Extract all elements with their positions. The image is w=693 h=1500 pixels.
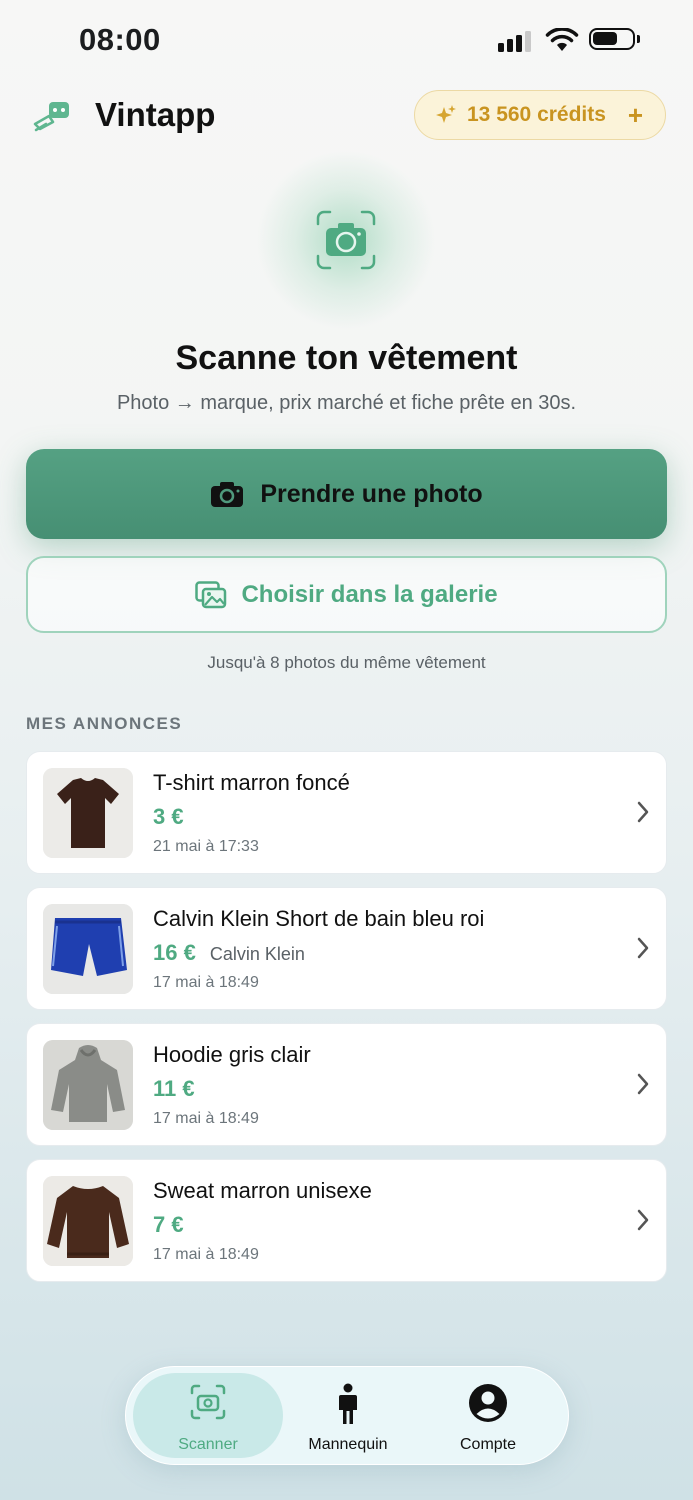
listing-thumbnail [43, 904, 133, 994]
camera-scan-icon [190, 1384, 226, 1420]
shorts-image [43, 904, 133, 994]
listing-title: Sweat marron unisexe [153, 1178, 372, 1203]
person-icon [339, 1383, 357, 1424]
chevron-right-icon [637, 1209, 649, 1231]
listing-card[interactable]: Hoodie gris clair 11 € 17 mai à 18:49 [26, 1023, 667, 1146]
listing-price: 3 € [153, 804, 184, 829]
listing-thumbnail [43, 1040, 133, 1130]
hero-title: Scanne ton vêtement [175, 339, 518, 377]
listing-title: Calvin Klein Short de bain bleu roi [153, 906, 485, 931]
tab-label: Compte [459, 1436, 517, 1453]
listing-date: 21 mai à 17:33 [153, 838, 259, 855]
app-title: Vintapp [95, 96, 216, 133]
account-icon [469, 1384, 507, 1422]
listing-price: 16 € [153, 940, 196, 965]
tab-scanner[interactable]: Scanner [133, 1373, 283, 1458]
gallery-icon [195, 580, 227, 608]
credits-button[interactable]: 13 560 crédits + [414, 90, 666, 140]
tab-label: Mannequin [308, 1436, 388, 1453]
choose-gallery-label: Choisir dans la galerie [241, 580, 498, 608]
camera-scan-icon [316, 210, 376, 270]
listing-date: 17 mai à 18:49 [153, 974, 259, 991]
section-label-listings: MES ANNONCES [26, 714, 183, 733]
chevron-right-icon [637, 801, 649, 823]
status-time: 08:00 [79, 22, 161, 57]
listing-title: T-shirt marron foncé [153, 770, 350, 795]
listing-card[interactable]: T-shirt marron foncé 3 € 21 mai à 17:33 [26, 751, 667, 874]
choose-gallery-button[interactable]: Choisir dans la galerie [26, 556, 667, 633]
photo-limit-hint: Jusqu'à 8 photos du même vêtement [207, 653, 486, 672]
listing-date: 17 mai à 18:49 [153, 1246, 259, 1263]
tshirt-image [43, 768, 133, 858]
tab-bar: Scanner Mannequin Compte [125, 1366, 569, 1465]
listing-brand: Calvin Klein [209, 944, 305, 964]
tab-mannequin[interactable]: Mannequin [273, 1373, 423, 1458]
listing-card[interactable]: Sweat marron unisexe 7 € 17 mai à 18:49 [26, 1159, 667, 1282]
listing-date: 17 mai à 18:49 [153, 1110, 259, 1127]
hoodie-image [43, 1040, 133, 1130]
app-header: Vintapp 13 560 crédits + [0, 90, 693, 142]
wifi-icon [545, 28, 579, 51]
tab-compte[interactable]: Compte [413, 1373, 563, 1458]
status-bar: 08:00 [0, 0, 693, 80]
listing-title: Hoodie gris clair [153, 1042, 311, 1067]
listing-card[interactable]: Calvin Klein Short de bain bleu roi 16 €… [26, 887, 667, 1010]
chevron-right-icon [637, 937, 649, 959]
chevron-right-icon [637, 1073, 649, 1095]
listing-thumbnail [43, 1176, 133, 1266]
add-credits-icon: + [627, 99, 643, 130]
listing-price: 11 € [153, 1076, 195, 1101]
sweatshirt-image [43, 1176, 133, 1266]
take-photo-button[interactable]: Prendre une photo [26, 449, 667, 539]
hero-subtitle: Photo → marque, prix marché et fiche prê… [116, 392, 577, 414]
app-logo-icon [33, 102, 69, 132]
listing-price: 7 € [153, 1212, 184, 1237]
sparkle-icon [436, 105, 456, 123]
tab-label: Scanner [178, 1436, 238, 1453]
take-photo-label: Prendre une photo [260, 479, 483, 508]
signal-icon [498, 30, 531, 52]
listing-thumbnail [43, 768, 133, 858]
battery-icon [589, 28, 640, 50]
credits-label: 13 560 crédits [467, 103, 606, 126]
camera-icon [211, 482, 244, 507]
